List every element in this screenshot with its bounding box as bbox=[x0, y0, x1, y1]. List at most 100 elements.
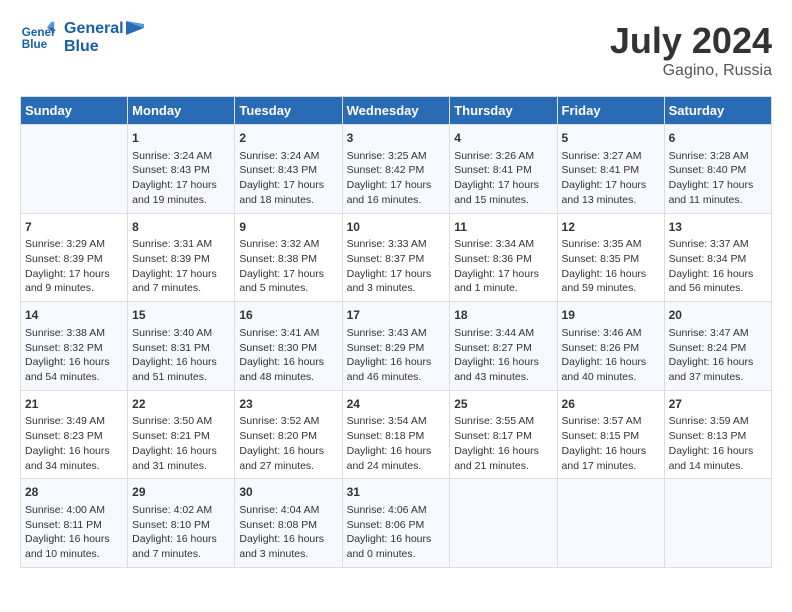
day-number: 22 bbox=[132, 396, 230, 413]
day-info: Sunrise: 3:35 AM Sunset: 8:35 PM Dayligh… bbox=[562, 237, 660, 296]
day-number: 14 bbox=[25, 307, 123, 324]
day-info: Sunrise: 3:31 AM Sunset: 8:39 PM Dayligh… bbox=[132, 237, 230, 296]
day-number: 4 bbox=[454, 130, 552, 147]
calendar-cell: 23Sunrise: 3:52 AM Sunset: 8:20 PM Dayli… bbox=[235, 390, 342, 479]
week-row-5: 28 Sunrise: 4:00 AM Sunset: 8:11 PM Dayli… bbox=[21, 479, 772, 568]
day-number: 17 bbox=[347, 307, 446, 324]
day-info: Sunrise: 3:44 AM Sunset: 8:27 PM Dayligh… bbox=[454, 326, 552, 385]
calendar-cell: 21Sunrise: 3:49 AM Sunset: 8:23 PM Dayli… bbox=[21, 390, 128, 479]
calendar-cell: 22Sunrise: 3:50 AM Sunset: 8:21 PM Dayli… bbox=[128, 390, 235, 479]
day-number: 20 bbox=[669, 307, 767, 324]
week-row-2: 7Sunrise: 3:29 AM Sunset: 8:39 PM Daylig… bbox=[21, 213, 772, 302]
location-subtitle: Gagino, Russia bbox=[610, 62, 772, 80]
calendar-cell: 15 Sunrise: 3:40 AM Sunset: 8:31 PM Dayli… bbox=[128, 302, 235, 391]
day-number: 7 bbox=[25, 219, 123, 236]
weekday-header-thursday: Thursday bbox=[450, 97, 557, 125]
day-info: Sunrise: 3:50 AM Sunset: 8:21 PM Dayligh… bbox=[132, 414, 230, 473]
calendar-cell: 7Sunrise: 3:29 AM Sunset: 8:39 PM Daylig… bbox=[21, 213, 128, 302]
day-info: Sunrise: 3:34 AM Sunset: 8:36 PM Dayligh… bbox=[454, 237, 552, 296]
day-info: Sunrise: 4:06 AM Sunset: 8:06 PM Dayligh… bbox=[347, 503, 446, 562]
day-info: Sunrise: 3:59 AM Sunset: 8:13 PM Dayligh… bbox=[669, 414, 767, 473]
day-number: 12 bbox=[562, 219, 660, 236]
logo-line2: Blue bbox=[64, 38, 146, 56]
calendar-cell: 19Sunrise: 3:46 AM Sunset: 8:26 PM Dayli… bbox=[557, 302, 664, 391]
day-info: Sunrise: 3:24 AM Sunset: 8:43 PM Dayligh… bbox=[239, 149, 337, 208]
svg-text:Blue: Blue bbox=[22, 38, 48, 51]
calendar-cell: 30Sunrise: 4:04 AM Sunset: 8:08 PM Dayli… bbox=[235, 479, 342, 568]
day-number: 29 bbox=[132, 484, 230, 501]
day-info: Sunrise: 3:38 AM Sunset: 8:32 PM Dayligh… bbox=[25, 326, 123, 385]
day-number: 9 bbox=[239, 219, 337, 236]
calendar-cell: 10Sunrise: 3:33 AM Sunset: 8:37 PM Dayli… bbox=[342, 213, 450, 302]
day-info: Sunrise: 3:29 AM Sunset: 8:39 PM Dayligh… bbox=[25, 237, 123, 296]
day-number: 27 bbox=[669, 396, 767, 413]
logo-icon: General Blue bbox=[20, 20, 56, 56]
week-row-3: 14 Sunrise: 3:38 AM Sunset: 8:32 PM Dayli… bbox=[21, 302, 772, 391]
day-number: 21 bbox=[25, 396, 123, 413]
logo-flag-icon bbox=[126, 21, 146, 37]
day-number: 5 bbox=[562, 130, 660, 147]
day-info: Sunrise: 3:47 AM Sunset: 8:24 PM Dayligh… bbox=[669, 326, 767, 385]
calendar-cell: 12Sunrise: 3:35 AM Sunset: 8:35 PM Dayli… bbox=[557, 213, 664, 302]
day-info: Sunrise: 3:55 AM Sunset: 8:17 PM Dayligh… bbox=[454, 414, 552, 473]
day-number: 10 bbox=[347, 219, 446, 236]
calendar-cell: 25Sunrise: 3:55 AM Sunset: 8:17 PM Dayli… bbox=[450, 390, 557, 479]
calendar-cell: 18 Sunrise: 3:44 AM Sunset: 8:27 PM Dayli… bbox=[450, 302, 557, 391]
calendar-cell: 27Sunrise: 3:59 AM Sunset: 8:13 PM Dayli… bbox=[664, 390, 771, 479]
weekday-header-saturday: Saturday bbox=[664, 97, 771, 125]
day-number: 28 bbox=[25, 484, 123, 501]
calendar-cell: 28 Sunrise: 4:00 AM Sunset: 8:11 PM Dayli… bbox=[21, 479, 128, 568]
calendar-cell: 13Sunrise: 3:37 AM Sunset: 8:34 PM Dayli… bbox=[664, 213, 771, 302]
calendar-cell: 16Sunrise: 3:41 AM Sunset: 8:30 PM Dayli… bbox=[235, 302, 342, 391]
day-info: Sunrise: 3:49 AM Sunset: 8:23 PM Dayligh… bbox=[25, 414, 123, 473]
day-info: Sunrise: 3:27 AM Sunset: 8:41 PM Dayligh… bbox=[562, 149, 660, 208]
day-info: Sunrise: 3:32 AM Sunset: 8:38 PM Dayligh… bbox=[239, 237, 337, 296]
calendar-cell: 9Sunrise: 3:32 AM Sunset: 8:38 PM Daylig… bbox=[235, 213, 342, 302]
day-number: 6 bbox=[669, 130, 767, 147]
day-number: 30 bbox=[239, 484, 337, 501]
calendar-cell bbox=[557, 479, 664, 568]
day-info: Sunrise: 3:25 AM Sunset: 8:42 PM Dayligh… bbox=[347, 149, 446, 208]
day-info: Sunrise: 3:54 AM Sunset: 8:18 PM Dayligh… bbox=[347, 414, 446, 473]
calendar-cell: 29Sunrise: 4:02 AM Sunset: 8:10 PM Dayli… bbox=[128, 479, 235, 568]
day-number: 3 bbox=[347, 130, 446, 147]
day-number: 24 bbox=[347, 396, 446, 413]
calendar-cell bbox=[664, 479, 771, 568]
calendar-cell: 31 Sunrise: 4:06 AM Sunset: 8:06 PM Dayli… bbox=[342, 479, 450, 568]
calendar-cell: 17Sunrise: 3:43 AM Sunset: 8:29 PM Dayli… bbox=[342, 302, 450, 391]
weekday-header-monday: Monday bbox=[128, 97, 235, 125]
day-number: 18 bbox=[454, 307, 552, 324]
day-info: Sunrise: 3:26 AM Sunset: 8:41 PM Dayligh… bbox=[454, 149, 552, 208]
day-info: Sunrise: 3:33 AM Sunset: 8:37 PM Dayligh… bbox=[347, 237, 446, 296]
day-number: 31 bbox=[347, 484, 446, 501]
week-row-1: 1 Sunrise: 3:24 AM Sunset: 8:43 PM Daylig… bbox=[21, 125, 772, 214]
day-info: Sunrise: 3:28 AM Sunset: 8:40 PM Dayligh… bbox=[669, 149, 767, 208]
calendar-cell: 1Sunrise: 3:24 AM Sunset: 8:43 PM Daylig… bbox=[128, 125, 235, 214]
day-number: 8 bbox=[132, 219, 230, 236]
calendar-table: SundayMondayTuesdayWednesdayThursdayFrid… bbox=[20, 96, 772, 568]
calendar-cell bbox=[450, 479, 557, 568]
day-number: 15 bbox=[132, 307, 230, 324]
day-info: Sunrise: 4:00 AM Sunset: 8:11 PM Dayligh… bbox=[25, 503, 123, 562]
calendar-cell: 2Sunrise: 3:24 AM Sunset: 8:43 PM Daylig… bbox=[235, 125, 342, 214]
weekday-header-sunday: Sunday bbox=[21, 97, 128, 125]
month-title: July 2024 bbox=[610, 20, 772, 62]
calendar-cell: 5 Sunrise: 3:27 AM Sunset: 8:41 PM Daylig… bbox=[557, 125, 664, 214]
title-block: July 2024 Gagino, Russia bbox=[610, 20, 772, 80]
day-info: Sunrise: 3:40 AM Sunset: 8:31 PM Dayligh… bbox=[132, 326, 230, 385]
weekday-header-wednesday: Wednesday bbox=[342, 97, 450, 125]
day-number: 11 bbox=[454, 219, 552, 236]
week-row-4: 21Sunrise: 3:49 AM Sunset: 8:23 PM Dayli… bbox=[21, 390, 772, 479]
day-info: Sunrise: 3:46 AM Sunset: 8:26 PM Dayligh… bbox=[562, 326, 660, 385]
calendar-cell: 26Sunrise: 3:57 AM Sunset: 8:15 PM Dayli… bbox=[557, 390, 664, 479]
calendar-cell: 11Sunrise: 3:34 AM Sunset: 8:36 PM Dayli… bbox=[450, 213, 557, 302]
calendar-cell: 3 Sunrise: 3:25 AM Sunset: 8:42 PM Daylig… bbox=[342, 125, 450, 214]
weekday-header-tuesday: Tuesday bbox=[235, 97, 342, 125]
calendar-cell: 6 Sunrise: 3:28 AM Sunset: 8:40 PM Daylig… bbox=[664, 125, 771, 214]
calendar-cell: 24Sunrise: 3:54 AM Sunset: 8:18 PM Dayli… bbox=[342, 390, 450, 479]
day-number: 13 bbox=[669, 219, 767, 236]
day-number: 1 bbox=[132, 130, 230, 147]
day-info: Sunrise: 3:57 AM Sunset: 8:15 PM Dayligh… bbox=[562, 414, 660, 473]
weekday-header-row: SundayMondayTuesdayWednesdayThursdayFrid… bbox=[21, 97, 772, 125]
logo-text: General bbox=[64, 20, 124, 38]
